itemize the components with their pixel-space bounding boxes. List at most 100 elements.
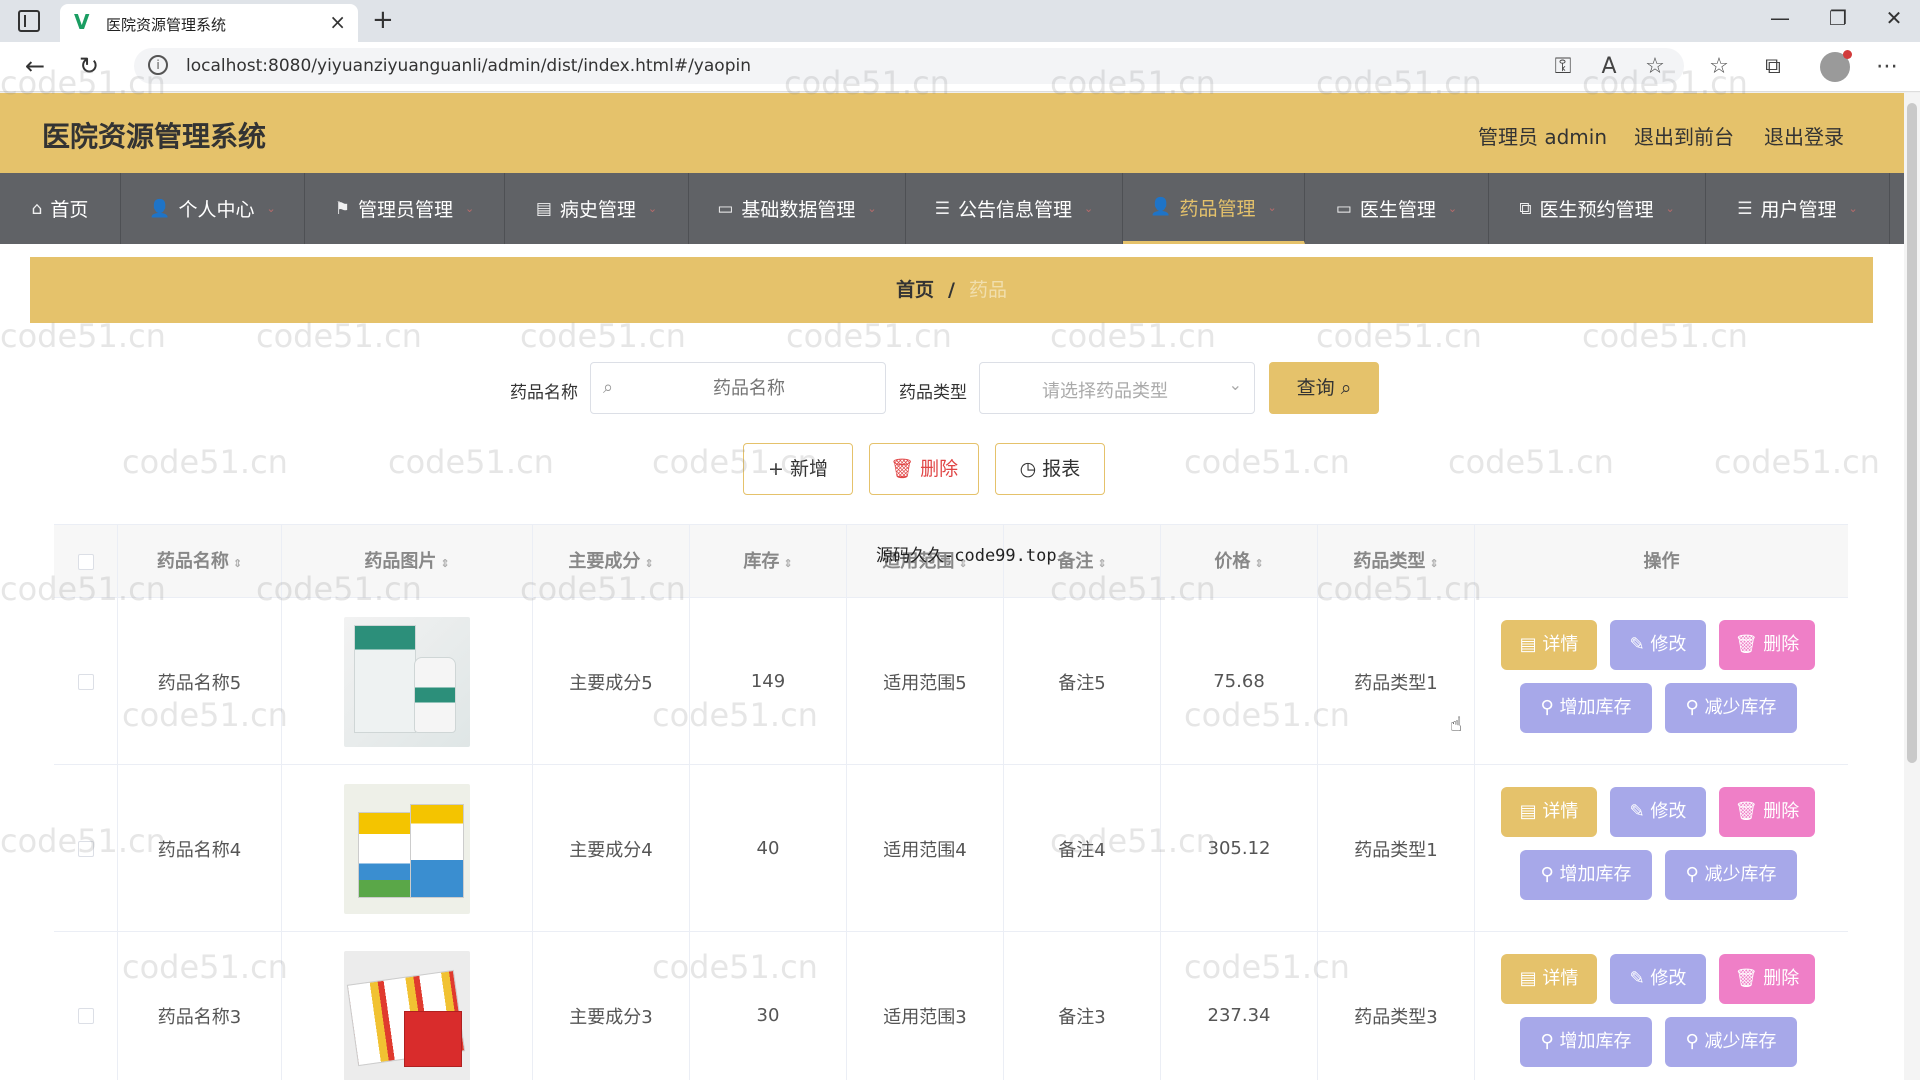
column-header-type[interactable]: 药品类型 ⇕: [1318, 525, 1475, 599]
add-button[interactable]: + 新增: [743, 443, 853, 495]
type-cell: 药品类型1: [1318, 598, 1475, 765]
sort-icon[interactable]: ⇕: [440, 557, 449, 570]
row-checkbox[interactable]: [77, 1007, 94, 1024]
add-stock-button[interactable]: ⚲ 增加库存: [1520, 850, 1652, 900]
report-button[interactable]: ◷ 报表: [995, 443, 1105, 495]
breadcrumb-separator: /: [948, 279, 955, 301]
column-header-image[interactable]: 药品图片 ⇕: [282, 525, 533, 599]
back-arrow-icon[interactable]: ←: [18, 52, 52, 80]
info-icon[interactable]: i: [148, 55, 168, 75]
detail-button[interactable]: ▤ 详情: [1501, 620, 1597, 670]
detail-label: 详情: [1542, 801, 1579, 822]
drug-type-select[interactable]: 请选择药品类型 ⌄: [979, 362, 1255, 414]
stock-cell: 40: [690, 765, 847, 932]
select-all-cell: [54, 525, 118, 599]
edit-button[interactable]: ✎ 修改: [1610, 620, 1706, 670]
tab-actions-icon[interactable]: [18, 10, 40, 32]
url-text: localhost:8080/yiyuanziyuanguanli/admin/…: [186, 56, 751, 76]
column-header-stock[interactable]: 库存 ⇕: [690, 525, 847, 599]
tab-close-icon[interactable]: ×: [329, 10, 346, 34]
close-window-icon[interactable]: ✕: [1874, 6, 1914, 30]
reduce-stock-button[interactable]: ⚲ 减少库存: [1665, 683, 1797, 733]
select-all-checkbox[interactable]: [77, 554, 94, 570]
nav-item-appointments[interactable]: ⧉ 医生预约管理 ⌄: [1489, 173, 1706, 244]
add-stock-button[interactable]: ⚲ 增加库存: [1520, 1017, 1652, 1067]
favorite-star-icon[interactable]: ☆: [1640, 54, 1670, 79]
location-pin-icon: ⚲: [1685, 864, 1705, 885]
detail-button[interactable]: ▤ 详情: [1501, 954, 1597, 1004]
key-icon[interactable]: ⚿: [1548, 54, 1578, 79]
refresh-icon[interactable]: ↻: [72, 52, 106, 80]
location-pin-icon: ⚲: [1540, 697, 1560, 718]
row-checkbox[interactable]: [77, 840, 94, 857]
nav-item-label: 医生管理: [1359, 199, 1436, 221]
detail-label: 详情: [1542, 634, 1579, 655]
mouse-cursor-icon: ☝: [1450, 712, 1463, 736]
nav-item-basic-data[interactable]: ▭ 基础数据管理 ⌄: [689, 173, 906, 244]
url-field[interactable]: i localhost:8080/yiyuanziyuanguanli/admi…: [134, 48, 1684, 84]
column-header-ingredient[interactable]: 主要成分 ⇕: [533, 525, 690, 599]
nav-item-personal-center[interactable]: 👤 个人中心 ⌄: [121, 173, 305, 244]
nav-item-home[interactable]: ⌂ 首页: [0, 173, 121, 244]
collections-icon[interactable]: ⧉: [1758, 54, 1788, 79]
location-pin-icon: ⚲: [1685, 1031, 1705, 1052]
new-tab-button[interactable]: +: [372, 5, 394, 35]
drug-table: 药品名称 ⇕ 药品图片 ⇕ 主要成分 ⇕ 库存 ⇕ 适用范围 ⇕ 备注 ⇕ 价格 ⇕ 药品类型…: [54, 524, 1848, 1080]
nav-item-medical-history[interactable]: ▤ 病史管理 ⌄: [505, 173, 689, 244]
delete-button[interactable]: 🗑 删除: [1719, 620, 1815, 670]
location-pin-icon: ⚲: [1540, 1031, 1560, 1052]
drug-image[interactable]: [344, 783, 470, 914]
add-stock-button[interactable]: ⚲ 增加库存: [1520, 683, 1652, 733]
nav-item-user-management[interactable]: ☰ 用户管理 ⌄: [1706, 173, 1890, 244]
favorites-list-icon[interactable]: ☆: [1704, 54, 1734, 79]
nav-item-admin-management[interactable]: ⚑ 管理员管理 ⌄: [305, 173, 505, 244]
app-title: 医院资源管理系统: [42, 120, 267, 153]
sort-icon[interactable]: ⇕: [1097, 557, 1106, 570]
delete-button[interactable]: 🗑 删除: [1719, 787, 1815, 837]
browser-tab[interactable]: V 医院资源管理系统 ×: [60, 4, 358, 42]
flag-icon: ⚑: [334, 198, 350, 219]
read-aloud-icon[interactable]: A: [1594, 54, 1624, 79]
more-menu-icon[interactable]: ⋯: [1872, 54, 1902, 79]
delete-button[interactable]: 🗑 删除: [1719, 954, 1815, 1004]
sort-icon[interactable]: ⇕: [1429, 557, 1438, 570]
profile-avatar[interactable]: [1820, 50, 1852, 82]
column-header-price[interactable]: 价格 ⇕: [1161, 525, 1318, 599]
detail-button[interactable]: ▤ 详情: [1501, 787, 1597, 837]
drug-image[interactable]: [344, 616, 470, 747]
query-button-label: 查询: [1296, 377, 1335, 399]
breadcrumb-home[interactable]: 首页: [896, 279, 934, 301]
edit-button[interactable]: ✎ 修改: [1610, 787, 1706, 837]
list-icon: ☰: [1737, 198, 1753, 219]
sort-icon[interactable]: ⇕: [644, 557, 653, 570]
restore-icon[interactable]: ❐: [1818, 6, 1858, 30]
nav-item-label: 医生预约管理: [1539, 199, 1654, 221]
row-checkbox[interactable]: [77, 673, 94, 690]
drug-image[interactable]: [344, 950, 470, 1080]
bulk-delete-button[interactable]: 🗑 删除: [869, 443, 979, 495]
scrollbar-thumb[interactable]: [1907, 103, 1917, 763]
query-button[interactable]: 查询 ⌕: [1269, 362, 1379, 414]
back-to-front-link[interactable]: 退出到前台: [1634, 121, 1734, 150]
table-row: 药品名称4 主要成分4 40 适用范围4 备注4 305.12 药品类型1 ▤ …: [54, 765, 1848, 932]
nav-item-announcements[interactable]: ☰ 公告信息管理 ⌄: [906, 173, 1123, 244]
drug-name-input[interactable]: [631, 375, 867, 401]
logout-link[interactable]: 退出登录: [1764, 121, 1844, 150]
drug-type-placeholder: 请选择药品类型: [1042, 381, 1168, 402]
chevron-down-icon: ⌄: [647, 202, 658, 215]
column-header-name[interactable]: 药品名称 ⇕: [118, 525, 282, 599]
page-scrollbar[interactable]: [1904, 93, 1920, 1080]
reduce-stock-button[interactable]: ⚲ 减少库存: [1665, 850, 1797, 900]
sort-icon[interactable]: ⇕: [233, 557, 242, 570]
reduce-stock-button[interactable]: ⚲ 减少库存: [1665, 1017, 1797, 1067]
minimize-icon[interactable]: —: [1760, 6, 1800, 30]
drug-name-field[interactable]: ⌕: [590, 362, 886, 414]
nav-item-doctor-management[interactable]: ▭ 医生管理 ⌄: [1305, 173, 1489, 244]
document-icon: ▤: [1519, 968, 1543, 989]
table-row: 药品名称3 主要成分3 30 适用范围3 备注3 237.34 药品类型3 ▤ …: [54, 932, 1848, 1080]
nav-item-drug-management[interactable]: 👤 药品管理 ⌄: [1123, 173, 1305, 244]
sort-icon[interactable]: ⇕: [1254, 557, 1263, 570]
user-icon: 👤: [149, 198, 171, 219]
sort-icon[interactable]: ⇕: [783, 557, 792, 570]
edit-button[interactable]: ✎ 修改: [1610, 954, 1706, 1004]
